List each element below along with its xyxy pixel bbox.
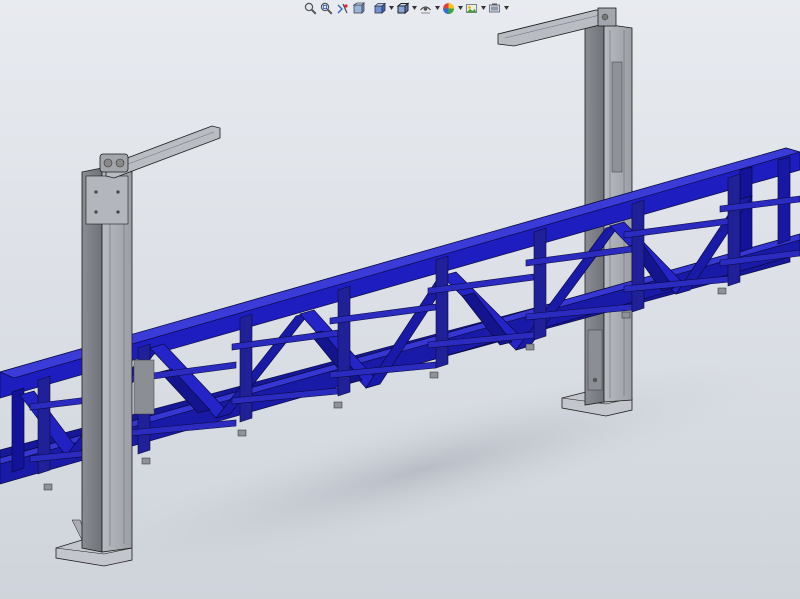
hide-show-items-dropdown-icon[interactable] xyxy=(434,1,440,16)
view-orientation-dropdown-icon[interactable] xyxy=(388,1,394,16)
cad-model-truss-assembly[interactable] xyxy=(0,0,800,599)
zoom-to-fit-icon[interactable] xyxy=(303,1,318,16)
apply-scene-icon[interactable] xyxy=(464,1,479,16)
section-view-icon[interactable] xyxy=(351,1,366,16)
view-settings-dropdown-icon[interactable] xyxy=(503,1,509,16)
previous-view-icon[interactable] xyxy=(335,1,350,16)
display-style-icon[interactable] xyxy=(395,1,410,16)
heads-up-view-toolbar xyxy=(303,0,509,16)
zoom-to-area-icon[interactable] xyxy=(319,1,334,16)
edit-appearance-dropdown-icon[interactable] xyxy=(457,1,463,16)
edit-appearance-icon[interactable] xyxy=(441,1,456,16)
view-settings-icon[interactable] xyxy=(487,1,502,16)
display-style-dropdown-icon[interactable] xyxy=(411,1,417,16)
view-orientation-icon[interactable] xyxy=(372,1,387,16)
graphics-viewport[interactable] xyxy=(0,0,800,599)
hide-show-items-icon[interactable] xyxy=(418,1,433,16)
apply-scene-dropdown-icon[interactable] xyxy=(480,1,486,16)
